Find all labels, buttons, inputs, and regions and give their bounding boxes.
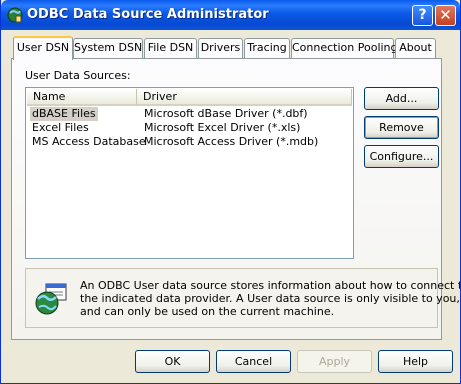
info-text: An ODBC User data source stores informat… — [80, 279, 461, 318]
add-button[interactable]: Add... — [364, 87, 439, 110]
tab-drivers[interactable]: Drivers — [198, 38, 243, 58]
tab-about[interactable]: About — [395, 38, 436, 58]
info-box: An ODBC User data source stores informat… — [25, 268, 461, 328]
list-item[interactable]: MS Access Database Microsoft Access Driv… — [27, 135, 352, 149]
list-item[interactable]: dBASE Files Microsoft dBase Driver (*.db… — [27, 107, 352, 121]
tab-connection-pooling[interactable]: Connection Pooling — [291, 38, 398, 58]
window-title: ODBC Data Source Administrator — [27, 7, 269, 22]
list-item-driver: Microsoft dBase Driver (*.dbf) — [144, 107, 308, 120]
odbc-globe-icon — [35, 283, 67, 315]
odbc-app-icon — [7, 7, 23, 23]
remove-button[interactable]: Remove — [364, 116, 439, 139]
info-line: and can only be used on the current mach… — [80, 305, 335, 318]
apply-button[interactable]: Apply — [297, 350, 372, 373]
list-item-name: dBASE Files — [30, 107, 98, 121]
tab-system-dsn[interactable]: System DSN — [73, 38, 143, 58]
list-item-driver: Microsoft Access Driver (*.mdb) — [144, 135, 319, 148]
list-item-name: Excel Files — [32, 121, 89, 134]
list-item[interactable]: Excel Files Microsoft Excel Driver (*.xl… — [27, 121, 352, 135]
info-line: the indicated data provider. A User data… — [80, 292, 460, 305]
cancel-button[interactable]: Cancel — [216, 350, 291, 373]
column-header-name[interactable]: Name — [27, 89, 137, 106]
tab-file-dsn[interactable]: File DSN — [144, 38, 197, 58]
configure-button[interactable]: Configure... — [364, 145, 439, 168]
tab-tracing[interactable]: Tracing — [244, 38, 290, 58]
title-bar[interactable]: ODBC Data Source Administrator ? ✕ — [1, 0, 460, 30]
list-item-name: MS Access Database — [32, 135, 146, 148]
info-line: An ODBC User data source stores informat… — [80, 279, 461, 292]
data-sources-list[interactable]: Name Driver dBASE Files Microsoft dBase … — [25, 87, 354, 259]
odbc-dialog-window: ODBC Data Source Administrator ? ✕ User … — [0, 0, 461, 384]
tab-user-dsn[interactable]: User DSN — [13, 36, 73, 60]
ok-button[interactable]: OK — [135, 350, 210, 373]
help-title-button[interactable]: ? — [412, 5, 433, 26]
help-button[interactable]: Help — [378, 350, 453, 373]
column-header-driver[interactable]: Driver — [137, 89, 352, 106]
list-item-driver: Microsoft Excel Driver (*.xls) — [144, 121, 301, 134]
close-button[interactable]: ✕ — [435, 5, 456, 26]
user-data-sources-label: User Data Sources: — [25, 69, 131, 82]
